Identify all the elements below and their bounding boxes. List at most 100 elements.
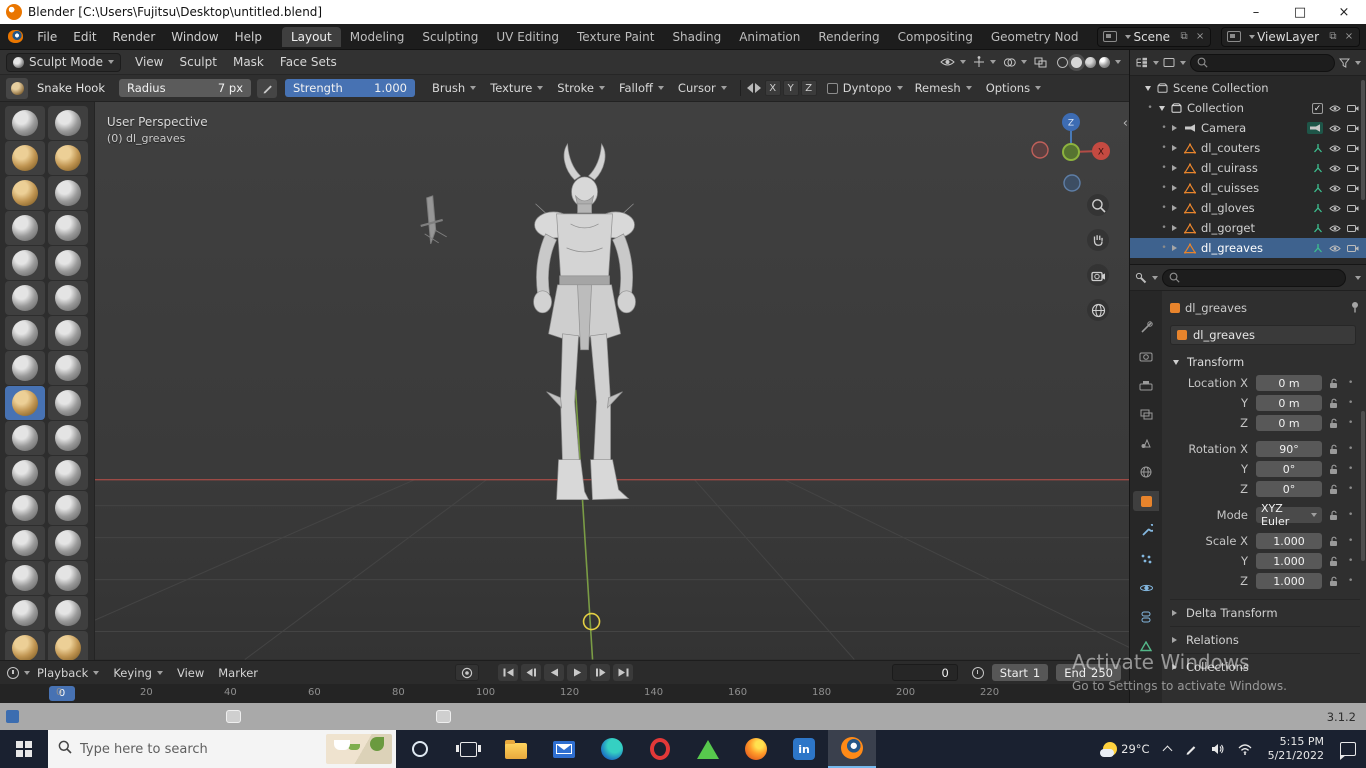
outliner-item-dl-gorget[interactable]: • dl_gorget [1130,218,1366,238]
mirror-z-toggle[interactable]: Z [800,80,817,96]
transform-value-field[interactable]: 0 m [1256,415,1322,431]
transform-value-field[interactable]: 1.000 [1256,553,1322,569]
outliner-editor-icon[interactable] [1135,57,1159,68]
disable-render-icon[interactable] [1347,124,1359,133]
blender-taskbar-button[interactable] [828,730,876,768]
unlink-scene-icon[interactable]: × [1192,31,1208,42]
expand-icon[interactable] [1172,245,1177,251]
popover-brush[interactable]: Brush [425,81,483,95]
dyntopo-checkbox[interactable] [826,82,838,94]
animate-decorator-dot[interactable]: • [1348,510,1353,520]
lock-icon[interactable] [1329,576,1338,587]
object-data-icon[interactable] [1313,243,1323,253]
expand-icon[interactable] [1172,165,1177,171]
maximize-button[interactable]: □ [1278,0,1322,24]
lock-icon[interactable] [1329,398,1338,409]
tab-layout[interactable]: Layout [281,26,341,47]
lock-icon[interactable] [1329,444,1338,455]
play-triangle-button[interactable] [684,730,732,768]
brush-snake-hook[interactable] [5,386,45,420]
tab-sculpting[interactable]: Sculpting [413,27,487,47]
transform-value-field[interactable]: 1.000 [1256,573,1322,589]
animate-decorator-dot[interactable]: • [1348,398,1353,408]
section-collections[interactable]: Collections [1170,653,1360,679]
next-keyframe-button[interactable] [590,664,611,681]
tab-geometry-nod[interactable]: Geometry Nod [982,27,1088,47]
menu-edit[interactable]: Edit [65,24,104,49]
object-data-icon[interactable] [1313,223,1323,233]
pen-tray-icon[interactable] [1179,743,1203,755]
brush-pinch[interactable] [5,351,45,385]
animate-decorator-dot[interactable]: • [1348,536,1353,546]
brush-layer[interactable] [48,176,88,210]
start-button[interactable] [0,730,48,768]
volume-icon[interactable] [1205,743,1230,755]
tab-animation[interactable]: Animation [730,27,809,47]
minimize-button[interactable]: – [1234,0,1278,24]
lock-icon[interactable] [1329,464,1338,475]
frame-start-field[interactable]: Start 1 [991,664,1049,681]
search-highlight-image[interactable] [326,734,392,764]
brush-draw-face-sets[interactable] [48,561,88,595]
brush-cloth[interactable] [5,526,45,560]
tab-output[interactable] [1133,375,1159,395]
tab-view-layer[interactable] [1133,404,1159,424]
section-delta-transform[interactable]: Delta Transform [1170,599,1360,625]
overlays-popover[interactable] [1003,57,1027,68]
options-label[interactable]: Options [986,81,1030,95]
mode-selector[interactable]: Sculpt Mode [6,52,121,72]
transform-section-header[interactable]: Transform [1170,351,1360,373]
brush-crease[interactable] [5,246,45,280]
expand-icon[interactable] [1172,225,1177,231]
viewport-menu-mask[interactable]: Mask [225,50,272,74]
disable-render-icon[interactable] [1347,204,1359,213]
tab-particles[interactable] [1133,549,1159,569]
popover-falloff[interactable]: Falloff [612,81,671,95]
brush-smooth[interactable] [48,246,88,280]
opera-button[interactable] [636,730,684,768]
object-data-icon[interactable] [1313,203,1323,213]
animate-decorator-dot[interactable]: • [1348,444,1353,454]
outliner-item-camera[interactable]: • Camera [1130,118,1366,138]
linkedin-button[interactable]: in [780,730,828,768]
network-icon[interactable] [1232,743,1258,755]
tab-object[interactable] [1133,491,1159,511]
expand-icon[interactable] [1172,185,1177,191]
tab-tool[interactable] [1133,317,1159,337]
expand-icon[interactable] [1172,125,1177,131]
disable-render-icon[interactable] [1347,164,1359,173]
tab-scene[interactable] [1133,433,1159,453]
jump-end-button[interactable] [613,664,634,681]
hidden-icons-chevron[interactable] [1158,744,1177,756]
brush-flatten[interactable] [5,281,45,315]
mirror-x-toggle[interactable]: X [764,80,781,96]
expand-icon[interactable] [1172,145,1177,151]
tab-texture-paint[interactable]: Texture Paint [568,27,663,47]
menu-window[interactable]: Window [163,24,226,49]
popover-cursor[interactable]: Cursor [671,81,734,95]
brush-fill[interactable] [48,281,88,315]
popover-texture[interactable]: Texture [483,81,550,95]
outliner-scrollbar[interactable] [1361,80,1365,200]
material-shading-icon[interactable] [1085,56,1096,68]
brush-multi-plane-scrape[interactable] [48,316,88,350]
transform-value-field[interactable]: 0 m [1256,375,1322,391]
sidebar-collapse-arrow[interactable]: ‹ [1123,116,1128,131]
outliner-item-dl-gloves[interactable]: • dl_gloves [1130,198,1366,218]
outliner-display-mode-icon[interactable] [1163,57,1186,68]
wireframe-shading-icon[interactable] [1057,56,1068,68]
lock-icon[interactable] [1329,418,1338,429]
animate-decorator-dot[interactable]: • [1348,556,1353,566]
solid-shading-icon[interactable] [1071,56,1082,68]
file-explorer-button[interactable] [492,730,540,768]
zoom-icon[interactable] [1087,194,1109,216]
menu-file[interactable]: File [29,24,65,49]
brush-draw[interactable] [5,106,45,140]
object-data-icon[interactable] [1313,163,1323,173]
taskbar-clock[interactable]: 5:15 PM 5/21/2022 [1260,735,1332,764]
brush-blob[interactable] [48,211,88,245]
timeline-menu-playback[interactable]: Playback [30,666,106,680]
transform-value-field[interactable]: 0° [1256,461,1322,477]
outliner-filter-icon[interactable] [1339,58,1361,68]
gizmo-minus-x-ball[interactable] [1031,141,1049,159]
